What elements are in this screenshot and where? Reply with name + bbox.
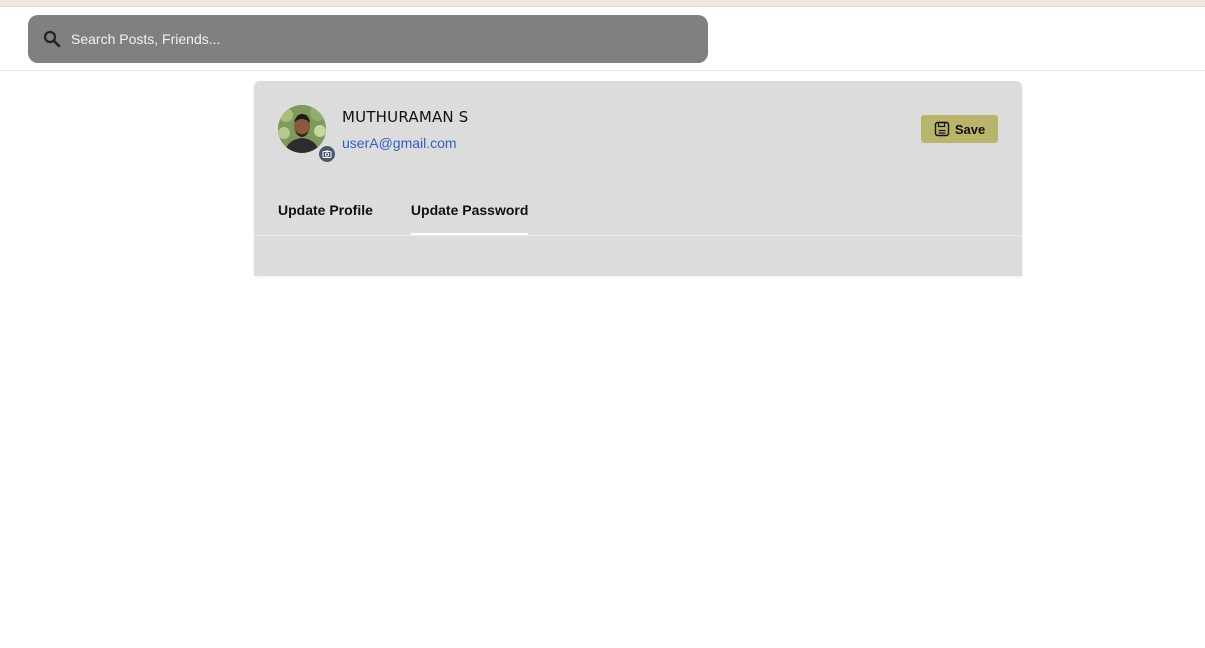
search-bar[interactable] [28, 15, 708, 63]
save-icon [934, 121, 950, 137]
profile-name: MUTHURAMAN S [342, 108, 469, 126]
search-icon [42, 29, 62, 49]
avatar-container[interactable] [278, 105, 336, 163]
app-header [0, 7, 1205, 71]
top-strip [0, 0, 1205, 7]
search-input[interactable] [69, 30, 673, 48]
avatar [278, 105, 326, 153]
save-button[interactable]: Save [921, 115, 998, 143]
tab-divider [254, 235, 1022, 236]
tab-update-profile[interactable]: Update Profile [278, 185, 373, 235]
tab-bar: Update Profile Update Password [278, 185, 566, 235]
camera-icon[interactable] [318, 145, 336, 163]
profile-card: MUTHURAMAN S userA@gmail.com Save Update… [254, 81, 1022, 276]
save-button-label: Save [954, 121, 986, 137]
tab-update-password[interactable]: Update Password [410, 185, 529, 235]
profile-email: userA@gmail.com [342, 135, 457, 151]
